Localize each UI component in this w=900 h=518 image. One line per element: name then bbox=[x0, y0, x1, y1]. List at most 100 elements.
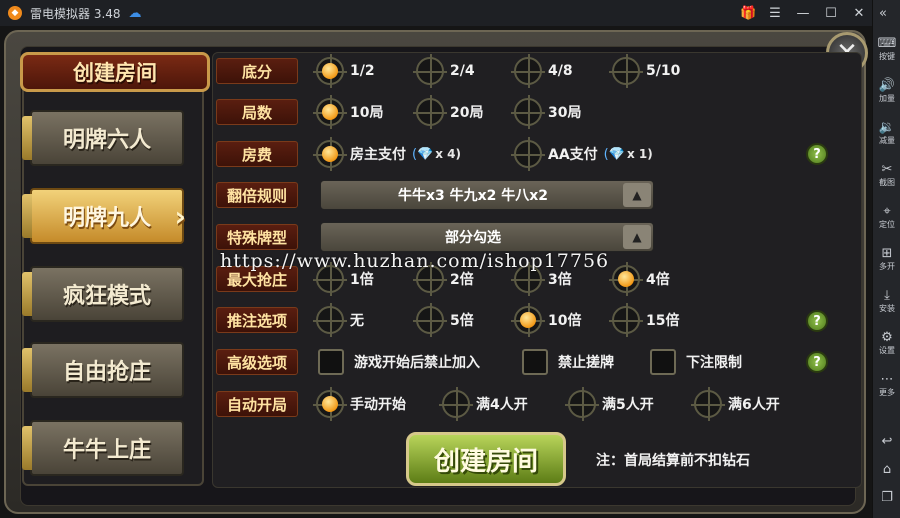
base-score-option[interactable]: 1/2 bbox=[313, 54, 375, 88]
base-score-option[interactable]: 5/10 bbox=[609, 54, 680, 88]
option-label: 15倍 bbox=[646, 313, 680, 329]
recent-apps-icon[interactable]: ❐ bbox=[873, 490, 900, 506]
diamond-icon: (💎 bbox=[412, 146, 434, 162]
radio-icon bbox=[313, 387, 347, 421]
volume-down-icon: 🔉 bbox=[878, 120, 896, 135]
sidebar-item-volume-up[interactable]: 🔊 加量 bbox=[873, 78, 900, 104]
room-fee-option[interactable]: 房主支付 (💎 x 4) bbox=[313, 137, 462, 171]
chevron-up-icon[interactable]: ▲ bbox=[623, 225, 651, 249]
option-label: 2倍 bbox=[450, 272, 474, 288]
option-label: 2/4 bbox=[450, 63, 475, 79]
radio-icon bbox=[313, 303, 347, 337]
collapse-icon[interactable]: « bbox=[879, 6, 887, 21]
fee-multiplier: x 4) bbox=[435, 147, 462, 161]
checkbox-icon bbox=[650, 349, 676, 375]
radio-icon bbox=[691, 387, 725, 421]
radio-icon bbox=[413, 303, 447, 337]
auto-start-option[interactable]: 满4人开 bbox=[439, 387, 528, 421]
label-special: 特殊牌型 bbox=[216, 224, 298, 250]
sidebar-item-volume-down[interactable]: 🔉 减量 bbox=[873, 120, 900, 146]
radio-icon bbox=[313, 95, 347, 129]
option-label: 1倍 bbox=[350, 272, 374, 288]
option-label: 下注限制 bbox=[686, 355, 742, 371]
rounds-option[interactable]: 20局 bbox=[413, 95, 483, 129]
advanced-option-checkbox[interactable]: 下注限制 bbox=[650, 348, 742, 376]
radio-icon bbox=[413, 95, 447, 129]
checkbox-icon bbox=[318, 349, 344, 375]
max-banker-option[interactable]: 4倍 bbox=[609, 262, 670, 296]
option-label: 10局 bbox=[350, 105, 384, 121]
auto-start-option[interactable]: 手动开始 bbox=[313, 387, 406, 421]
radio-icon bbox=[511, 95, 545, 129]
gift-icon[interactable]: 🎁 bbox=[740, 6, 756, 21]
tab-mode-4[interactable]: 自由抢庄 bbox=[22, 342, 184, 398]
sidebar-item-location[interactable]: ⌖ 定位 bbox=[873, 204, 900, 230]
option-label: 1/2 bbox=[350, 63, 375, 79]
special-dropdown[interactable]: 部分勾选 ▲ bbox=[320, 222, 654, 252]
sidebar-item-keyboard[interactable]: ⌨ 按键 bbox=[873, 36, 900, 62]
sidebar-item-label: 截图 bbox=[879, 178, 895, 187]
push-bet-option[interactable]: 15倍 bbox=[609, 303, 680, 337]
base-score-option[interactable]: 2/4 bbox=[413, 54, 475, 88]
tab-mode-1[interactable]: 明牌六人 bbox=[22, 110, 184, 166]
advanced-help-icon[interactable]: ? bbox=[806, 351, 828, 373]
push-bet-option[interactable]: 无 bbox=[313, 303, 364, 337]
label-rounds: 局数 bbox=[216, 99, 298, 125]
base-score-option[interactable]: 4/8 bbox=[511, 54, 573, 88]
rounds-option[interactable]: 10局 bbox=[313, 95, 384, 129]
double-rule-dropdown[interactable]: 牛牛x3 牛九x2 牛八x2 ▲ bbox=[320, 180, 654, 210]
push-bet-option[interactable]: 5倍 bbox=[413, 303, 474, 337]
diamond-icon: (💎 bbox=[603, 146, 625, 162]
sidebar-item-install[interactable]: ⤓ 安装 bbox=[873, 288, 900, 314]
radio-icon bbox=[413, 54, 447, 88]
location-icon: ⌖ bbox=[883, 204, 891, 219]
auto-start-option[interactable]: 满5人开 bbox=[565, 387, 654, 421]
fee-multiplier: x 1) bbox=[626, 147, 653, 161]
tab-mode-5[interactable]: 牛牛上庄 bbox=[22, 420, 184, 476]
rounds-option[interactable]: 30局 bbox=[511, 95, 582, 129]
radio-icon bbox=[565, 387, 599, 421]
auto-start-option[interactable]: 满6人开 bbox=[691, 387, 780, 421]
option-label: 4/8 bbox=[548, 63, 573, 79]
push-bet-help-icon[interactable]: ? bbox=[806, 310, 828, 332]
sidebar-item-more[interactable]: ⋯ 更多 bbox=[873, 372, 900, 398]
maximize-icon[interactable]: ☐ bbox=[824, 6, 838, 21]
radio-icon bbox=[609, 262, 643, 296]
watermark-url: https://www.huzhan.com/ishop17756 bbox=[220, 250, 610, 272]
label-auto-start: 自动开局 bbox=[216, 391, 298, 417]
create-room-button[interactable]: 创建房间 bbox=[406, 432, 566, 486]
option-label: 30局 bbox=[548, 105, 582, 121]
room-fee-option[interactable]: AA支付 (💎 x 1) bbox=[511, 137, 653, 171]
sidebar-item-label: 定位 bbox=[879, 220, 895, 229]
checkbox-icon bbox=[522, 349, 548, 375]
double-rule-value: 牛牛x3 牛九x2 牛八x2 bbox=[397, 188, 549, 204]
tab-mode-3[interactable]: 疯狂模式 bbox=[22, 266, 184, 322]
menu-icon[interactable]: ☰ bbox=[768, 6, 782, 21]
option-label: 满6人开 bbox=[728, 397, 780, 413]
sidebar-item-gear[interactable]: ⚙ 设置 bbox=[873, 330, 900, 356]
radio-icon bbox=[511, 54, 545, 88]
advanced-option-checkbox[interactable]: 禁止搓牌 bbox=[522, 348, 614, 376]
close-window-icon[interactable]: ✕ bbox=[852, 6, 866, 21]
keyboard-icon: ⌨ bbox=[877, 36, 897, 51]
more-icon: ⋯ bbox=[880, 372, 894, 387]
chevron-up-icon[interactable]: ▲ bbox=[623, 183, 651, 207]
radio-icon bbox=[511, 137, 545, 171]
tab-mode-2[interactable]: 明牌九人 bbox=[22, 188, 186, 244]
home-icon[interactable]: ⌂ bbox=[873, 462, 900, 478]
app-logo-icon: ◆ bbox=[8, 6, 22, 20]
sidebar-item-multi-open[interactable]: ⊞ 多开 bbox=[873, 246, 900, 272]
option-label: 满4人开 bbox=[476, 397, 528, 413]
gear-icon: ⚙ bbox=[881, 330, 893, 345]
back-icon[interactable]: ↩ bbox=[873, 434, 900, 450]
advanced-option-checkbox[interactable]: 游戏开始后禁止加入 bbox=[318, 348, 480, 376]
sidebar-item-label: 设置 bbox=[879, 346, 895, 355]
cloud-icon[interactable]: ☁ bbox=[129, 6, 142, 21]
push-bet-option[interactable]: 10倍 bbox=[511, 303, 581, 337]
minimize-icon[interactable]: — bbox=[796, 6, 810, 21]
option-label: AA支付 bbox=[548, 147, 598, 163]
room-fee-help-icon[interactable]: ? bbox=[806, 143, 828, 165]
sidebar-item-scissors[interactable]: ✂ 截图 bbox=[873, 162, 900, 188]
option-label: 5倍 bbox=[450, 313, 474, 329]
window-title: 雷电模拟器 3.48 bbox=[30, 6, 121, 21]
